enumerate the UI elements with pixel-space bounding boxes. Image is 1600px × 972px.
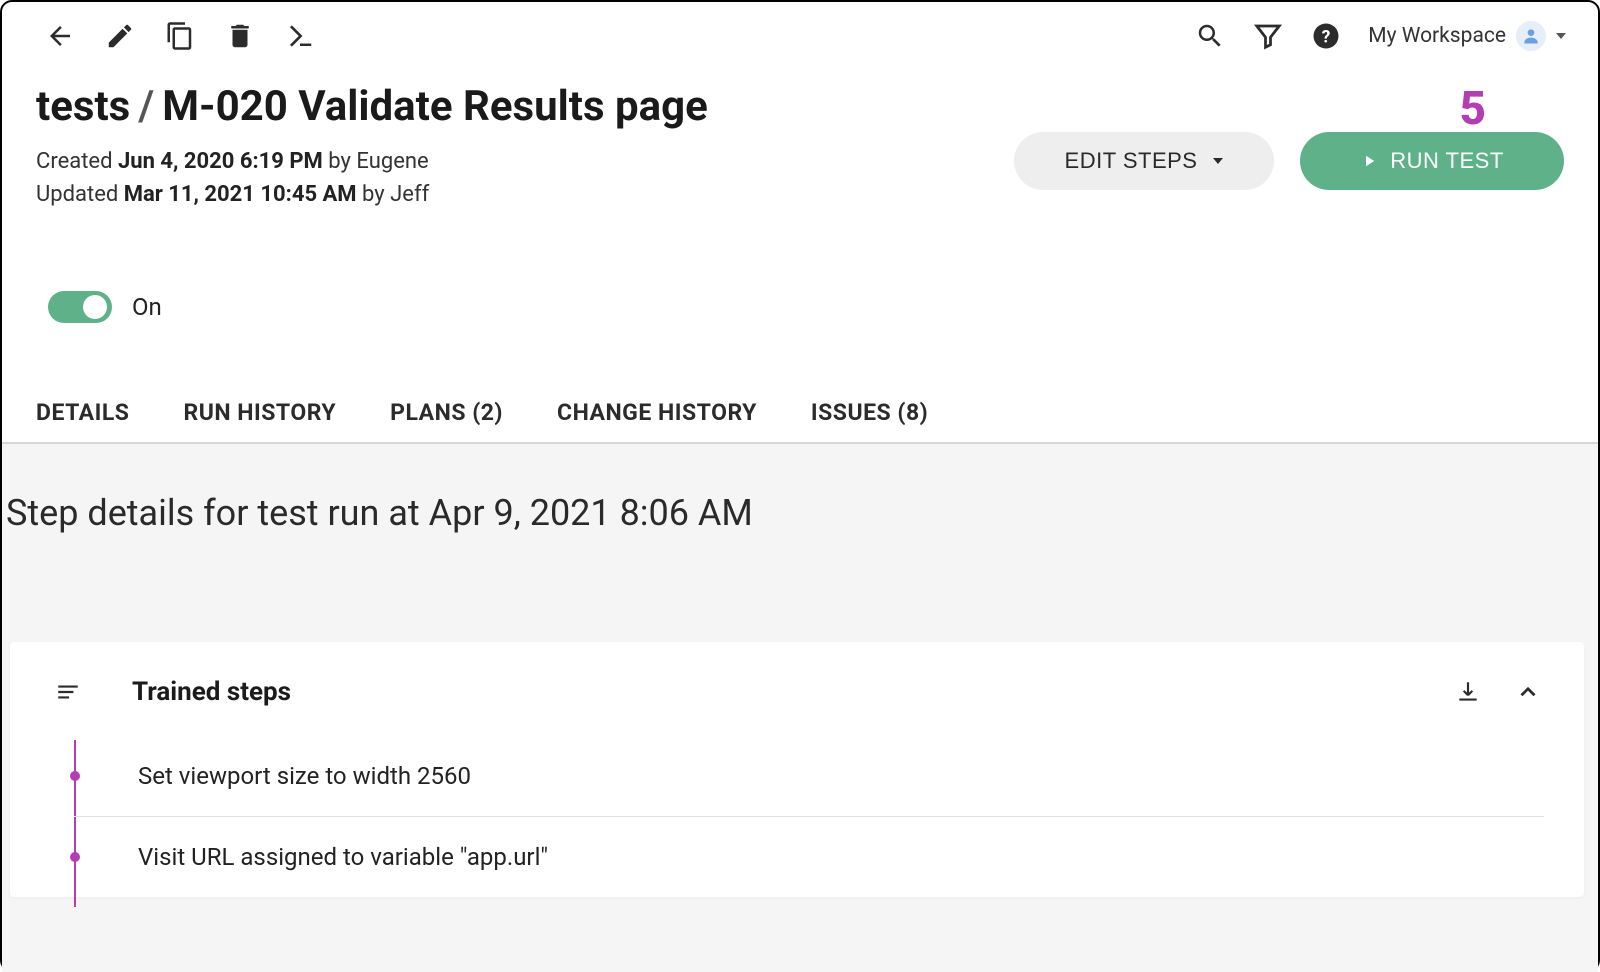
status-toggle[interactable] <box>48 291 112 323</box>
run-test-button[interactable]: RUN TEST <box>1300 132 1564 190</box>
download-steps-button[interactable] <box>1452 676 1484 708</box>
step-item[interactable]: Visit URL assigned to variable "app.url" <box>74 817 1544 897</box>
chevron-down-icon <box>1213 158 1223 164</box>
run-test-label: RUN TEST <box>1390 148 1504 174</box>
delete-button[interactable] <box>224 20 256 52</box>
step-dot-icon <box>70 771 80 781</box>
trained-steps-title: Trained steps <box>132 677 291 707</box>
top-toolbar: ? My Workspace <box>2 2 1598 64</box>
updated-by[interactable]: Jeff <box>390 182 429 207</box>
search-button[interactable] <box>1194 20 1226 52</box>
updated-line: Updated Mar 11, 2021 10:45 AM by Jeff <box>36 178 708 211</box>
trained-steps-card: Trained steps Set viewport size to width… <box>10 642 1584 897</box>
callout-number: 5 <box>1459 82 1486 136</box>
toolbar-right-group: ? My Workspace <box>1194 20 1566 52</box>
search-icon <box>1195 21 1225 51</box>
updated-date: Mar 11, 2021 10:45 AM <box>124 182 357 207</box>
step-text: Visit URL assigned to variable "app.url" <box>138 843 548 871</box>
notes-icon <box>55 679 81 705</box>
edit-button[interactable] <box>104 20 136 52</box>
workspace-label: My Workspace <box>1368 24 1506 48</box>
edit-steps-label: EDIT STEPS <box>1065 148 1198 174</box>
user-icon <box>1521 26 1541 46</box>
steps-header-left: Trained steps <box>52 676 291 708</box>
header-left: tests / M-020 Validate Results page Crea… <box>36 82 708 211</box>
tab-issues[interactable]: ISSUES (8) <box>811 399 928 426</box>
chevron-up-icon <box>1515 679 1541 705</box>
avatar <box>1516 21 1546 51</box>
steps-card-header: Trained steps <box>52 676 1544 708</box>
updated-by-label: by <box>362 182 385 207</box>
step-dot-icon <box>70 852 80 862</box>
details-area: Step details for test run at Apr 9, 2021… <box>2 444 1598 972</box>
trash-icon <box>225 21 255 51</box>
meta-info: Created Jun 4, 2020 6:19 PM by Eugene Up… <box>36 145 708 211</box>
collapse-steps-button[interactable] <box>1512 676 1544 708</box>
terminal-button[interactable] <box>284 20 316 52</box>
created-label: Created <box>36 149 112 174</box>
created-by-label: by <box>328 149 351 174</box>
svg-text:?: ? <box>1322 27 1331 47</box>
back-button[interactable] <box>44 20 76 52</box>
breadcrumb: tests / M-020 Validate Results page <box>36 82 708 131</box>
step-list: Set viewport size to width 2560 Visit UR… <box>52 736 1544 897</box>
chevron-down-icon <box>1556 33 1566 39</box>
tab-change-history[interactable]: CHANGE HISTORY <box>557 399 757 426</box>
edit-steps-button[interactable]: EDIT STEPS <box>1014 132 1274 190</box>
steps-menu-button[interactable] <box>52 676 84 708</box>
tab-plans[interactable]: PLANS (2) <box>390 399 503 426</box>
toggle-knob <box>83 295 107 319</box>
filter-button[interactable] <box>1252 20 1284 52</box>
help-button[interactable]: ? <box>1310 20 1342 52</box>
arrow-left-icon <box>45 21 75 51</box>
breadcrumb-separator: / <box>138 82 154 131</box>
steps-header-right <box>1452 676 1544 708</box>
breadcrumb-root[interactable]: tests <box>36 82 130 131</box>
tab-details[interactable]: DETAILS <box>36 399 129 426</box>
header-actions: 5 EDIT STEPS RUN TEST <box>1014 82 1564 190</box>
created-line: Created Jun 4, 2020 6:19 PM by Eugene <box>36 145 708 178</box>
pencil-icon <box>105 21 135 51</box>
page-title: M-020 Validate Results page <box>162 82 708 131</box>
download-icon <box>1455 679 1481 705</box>
action-button-row: EDIT STEPS RUN TEST <box>1014 132 1564 190</box>
step-item[interactable]: Set viewport size to width 2560 <box>74 736 1544 817</box>
step-text: Set viewport size to width 2560 <box>138 762 471 790</box>
play-icon <box>1360 152 1378 170</box>
page-header: tests / M-020 Validate Results page Crea… <box>2 64 1598 211</box>
help-icon: ? <box>1311 21 1341 51</box>
created-by[interactable]: Eugene <box>356 149 428 174</box>
workspace-dropdown[interactable]: My Workspace <box>1368 21 1566 51</box>
tab-run-history[interactable]: RUN HISTORY <box>183 399 336 426</box>
terminal-icon <box>285 21 315 51</box>
copy-icon <box>165 21 195 51</box>
tabs: DETAILS RUN HISTORY PLANS (2) CHANGE HIS… <box>2 323 1598 444</box>
toggle-label: On <box>132 293 162 321</box>
toolbar-left-group <box>44 20 316 52</box>
copy-button[interactable] <box>164 20 196 52</box>
updated-label: Updated <box>36 182 118 207</box>
filter-icon <box>1253 21 1283 51</box>
created-date: Jun 4, 2020 6:19 PM <box>118 149 323 174</box>
status-toggle-row: On <box>2 211 1598 323</box>
step-details-heading: Step details for test run at Apr 9, 2021… <box>6 492 1598 534</box>
